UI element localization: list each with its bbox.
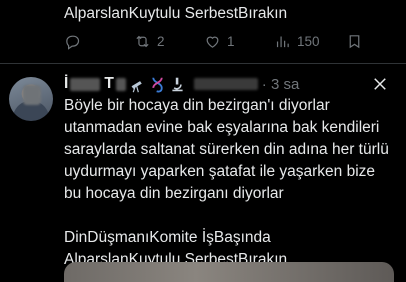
tweet-line-4: uydurmayı yaparken şatafat ile yaşarken … bbox=[64, 163, 376, 180]
retweet-count: 2 bbox=[157, 33, 165, 49]
tweet-line-1: Böyle bir hocaya din bezirgan'ı diyorlar bbox=[64, 97, 330, 114]
views-count: 150 bbox=[297, 33, 320, 49]
retweet-button[interactable]: 2 bbox=[134, 31, 165, 51]
hashtag-line-1: DinDüşmanıKomite İşBaşında bbox=[64, 229, 271, 246]
close-icon bbox=[374, 78, 386, 90]
tweet-line-5: bu hocaya din bezirganı diyorlar bbox=[64, 185, 284, 202]
like-button[interactable]: 1 bbox=[204, 31, 235, 51]
tweet-header: İ T · 3 sa bbox=[64, 74, 299, 94]
display-name-initial[interactable]: İ bbox=[64, 75, 68, 93]
redacted-handle bbox=[193, 78, 258, 90]
avatar[interactable] bbox=[9, 77, 53, 121]
reply-button[interactable] bbox=[64, 31, 81, 51]
retweet-icon bbox=[136, 35, 149, 47]
reply-icon bbox=[66, 35, 80, 50]
redacted-name-2 bbox=[115, 77, 126, 91]
tweet-line-3: saraylarda saltanat sürerken din adına h… bbox=[64, 141, 389, 158]
tweet-time-value: 3 sa bbox=[270, 75, 300, 93]
bookmark-icon bbox=[349, 34, 360, 48]
tweet-text: Böyle bir hocaya din bezirgan'ı diyorlar… bbox=[64, 95, 400, 271]
previous-tweet-actions: 2 1 150 bbox=[64, 31, 364, 51]
telescope-emoji bbox=[129, 76, 146, 93]
tweet-time[interactable]: · 3 sa bbox=[262, 76, 300, 93]
previous-tweet-text-tail: AlparslanKuytulu SerbestBırakın bbox=[64, 5, 288, 22]
dna-emoji bbox=[149, 76, 166, 93]
views-button[interactable]: 150 bbox=[274, 31, 320, 51]
tweet-divider bbox=[0, 63, 406, 64]
tweet-media-image[interactable] bbox=[64, 262, 394, 282]
tweet-line-2: utanmadan evine bak eşyalarına bak kendi… bbox=[64, 119, 380, 136]
microscope-emoji bbox=[169, 76, 186, 93]
like-count: 1 bbox=[227, 33, 235, 49]
redacted-name bbox=[70, 77, 101, 91]
display-name-second[interactable]: T bbox=[104, 75, 113, 93]
like-icon bbox=[206, 36, 219, 48]
bookmark-button[interactable] bbox=[346, 31, 363, 51]
views-icon bbox=[276, 36, 289, 47]
close-button[interactable] bbox=[371, 75, 389, 93]
